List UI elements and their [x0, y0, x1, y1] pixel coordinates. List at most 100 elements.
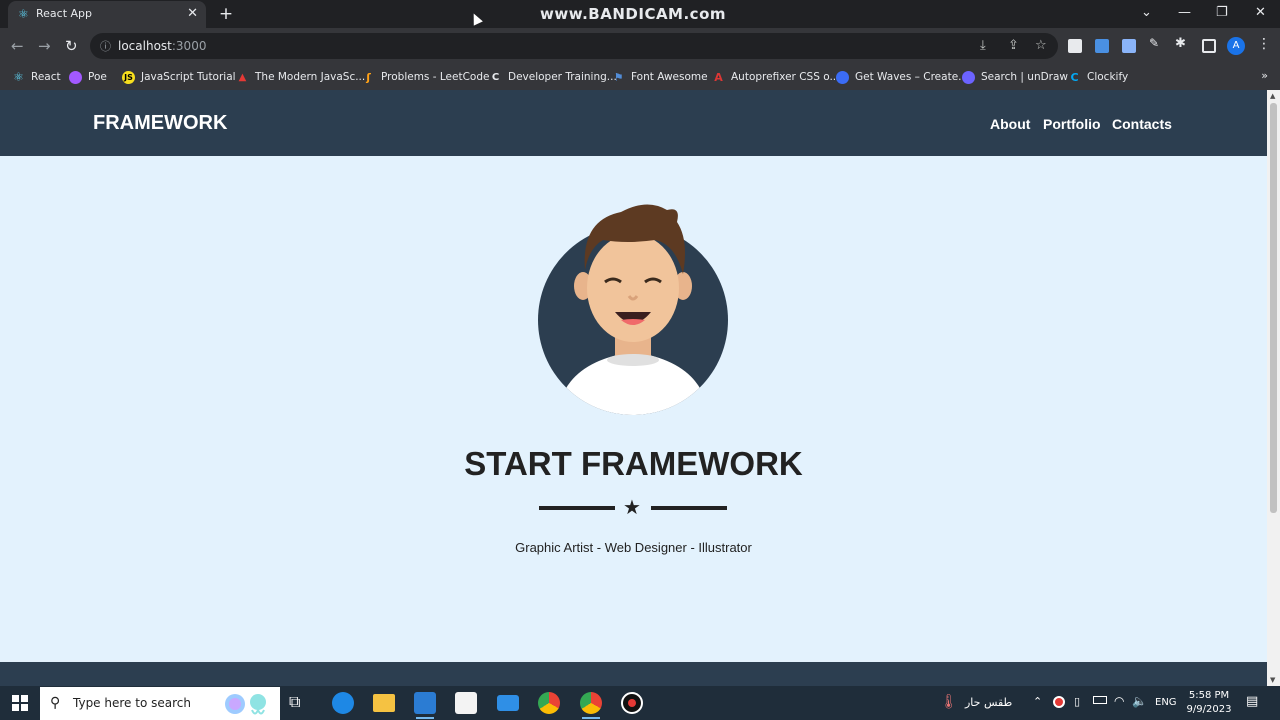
- hero-divider: ★: [539, 495, 727, 519]
- nav-portfolio[interactable]: Portfolio: [1043, 116, 1101, 132]
- waves-icon: [836, 70, 849, 84]
- bookmark-js-tutorial[interactable]: JS JavaScript Tutorial: [122, 69, 236, 85]
- windows-start-icon[interactable]: [12, 695, 28, 711]
- js-icon: JS: [122, 70, 135, 84]
- thermometer-icon: 🌡: [940, 694, 958, 710]
- address-bar[interactable]: ⓘ localhost:3000 ⤓ ⇪ ☆: [90, 33, 1058, 59]
- clockify-icon: C: [1070, 70, 1079, 84]
- extension-download-icon[interactable]: [1095, 39, 1109, 53]
- tray-overflow-icon[interactable]: ⌃: [1033, 695, 1042, 708]
- profile-avatar[interactable]: A: [1227, 37, 1245, 55]
- modern-js-icon: ▲: [238, 71, 247, 83]
- react-icon: ⚛: [18, 7, 29, 21]
- extension-pen-icon[interactable]: ✎: [1149, 36, 1163, 50]
- nav-contacts[interactable]: Contacts: [1112, 116, 1172, 132]
- tab-title: React App: [36, 7, 93, 20]
- scrollbar-thumb[interactable]: [1270, 103, 1277, 513]
- react-icon: ⚛: [13, 69, 24, 84]
- windows-taskbar: ⚲ Type here to search ⧉ 🌡 طقس حار ⌃ ▯ ◠ …: [0, 686, 1280, 720]
- taskbar-search-placeholder: Type here to search: [73, 696, 191, 710]
- new-tab-button[interactable]: +: [216, 4, 236, 24]
- close-tab-icon[interactable]: ✕: [187, 6, 198, 21]
- forward-icon[interactable]: →: [38, 37, 51, 55]
- poe-icon: [69, 70, 82, 84]
- search-highlight-icon: [225, 694, 266, 715]
- file-explorer-icon[interactable]: [373, 694, 395, 712]
- tray-device-icon[interactable]: ▯: [1074, 695, 1080, 708]
- minimize-icon[interactable]: —: [1178, 5, 1191, 20]
- share-icon[interactable]: ⇪: [1008, 38, 1019, 53]
- browser-menu-icon[interactable]: ⋮: [1257, 36, 1271, 52]
- taskbar-search-box[interactable]: ⚲ Type here to search: [40, 687, 280, 720]
- battery-icon[interactable]: [1093, 696, 1107, 704]
- nav-about[interactable]: About: [990, 116, 1030, 132]
- install-icon[interactable]: ⤓: [980, 38, 986, 53]
- language-indicator[interactable]: ENG: [1155, 697, 1177, 708]
- divider-line-right: [651, 506, 727, 510]
- restore-icon[interactable]: ❐: [1216, 5, 1228, 20]
- bookmark-get-waves[interactable]: Get Waves – Create...: [836, 69, 968, 85]
- bookmarks-bar: ⚛ React Poe JS JavaScript Tutorial ▲ The Mo…: [0, 64, 1280, 90]
- bandicam-icon[interactable]: [621, 692, 643, 714]
- bookmark-autoprefixer[interactable]: A Autoprefixer CSS o...: [712, 69, 839, 85]
- bookmark-font-awesome[interactable]: ⚑ Font Awesome: [612, 69, 708, 85]
- bookmark-leetcode[interactable]: ʃ Problems - LeetCode: [362, 69, 489, 85]
- weather-text[interactable]: طقس حار: [965, 696, 1012, 709]
- taskbar-clock[interactable]: 5:58 PM 9/9/2023: [1186, 689, 1232, 717]
- chrome-active-icon[interactable]: [580, 692, 602, 719]
- hero-avatar-illustration: [538, 204, 728, 415]
- autoprefixer-icon: A: [714, 70, 723, 84]
- undraw-icon: [962, 70, 975, 84]
- scroll-down-icon[interactable]: ▼: [1270, 676, 1275, 684]
- bookmark-dev-training[interactable]: C Developer Training...: [489, 69, 617, 85]
- clock-date: 9/9/2023: [1186, 704, 1232, 715]
- bookmark-clockify[interactable]: C Clockify: [1068, 69, 1128, 85]
- url-text[interactable]: localhost:3000: [118, 39, 206, 53]
- browser-tab-bar: ⚛ React App ✕ + www.BANDICAM.com ⌄ — ❐ ✕: [0, 0, 1280, 28]
- site-brand[interactable]: FRAMEWORK: [93, 112, 227, 135]
- flag-icon: ⚑: [613, 70, 624, 84]
- bookmark-poe[interactable]: Poe: [69, 69, 107, 85]
- volume-icon[interactable]: 🔈: [1132, 694, 1147, 708]
- tray-record-icon[interactable]: [1053, 696, 1065, 708]
- vscode-icon[interactable]: [414, 692, 436, 719]
- wifi-icon[interactable]: ◠: [1114, 694, 1124, 708]
- record-dot-icon: [628, 699, 636, 707]
- tab-search-icon[interactable]: ⌄: [1141, 5, 1152, 20]
- extension-notes-icon[interactable]: [1068, 39, 1082, 53]
- codecademy-icon: C: [491, 71, 500, 83]
- microsoft-store-icon[interactable]: [455, 692, 477, 714]
- extension-docs-icon[interactable]: [1122, 39, 1136, 53]
- bookmark-undraw[interactable]: Search | unDraw: [962, 69, 1068, 85]
- site-info-icon[interactable]: ⓘ: [100, 38, 111, 54]
- browser-tab[interactable]: ⚛ React App ✕: [8, 1, 206, 28]
- bookmark-react[interactable]: ⚛ React: [12, 69, 61, 85]
- side-panel-icon[interactable]: [1202, 39, 1216, 53]
- more-bookmarks-icon[interactable]: »: [1261, 69, 1268, 82]
- mail-icon[interactable]: [497, 695, 519, 711]
- notification-icon[interactable]: ▤: [1246, 694, 1258, 709]
- hero-subtitle: Graphic Artist - Web Designer - Illustra…: [515, 540, 752, 555]
- page-viewport: FRAMEWORK About Portfolio Contacts START…: [0, 90, 1267, 686]
- edge-icon[interactable]: [332, 692, 354, 714]
- extensions-puzzle-icon[interactable]: ✱: [1175, 36, 1189, 51]
- mouse-cursor-icon: [469, 11, 483, 26]
- star-icon: ★: [623, 495, 641, 519]
- search-icon: ⚲: [50, 695, 61, 711]
- divider-line-left: [539, 506, 615, 510]
- scroll-up-icon[interactable]: ▲: [1270, 92, 1275, 100]
- bookmark-modern-js[interactable]: ▲ The Modern JavaSc...: [236, 69, 366, 85]
- next-section-strip: [0, 662, 1267, 686]
- back-icon[interactable]: ←: [11, 37, 24, 55]
- close-window-icon[interactable]: ✕: [1255, 5, 1266, 20]
- site-navbar: FRAMEWORK About Portfolio Contacts: [0, 90, 1267, 156]
- chrome-icon[interactable]: [538, 692, 560, 714]
- bookmark-star-icon[interactable]: ☆: [1035, 38, 1047, 53]
- page-scrollbar[interactable]: ▲ ▼: [1267, 90, 1280, 686]
- task-view-icon[interactable]: ⧉: [289, 692, 311, 714]
- leetcode-icon: ʃ: [366, 70, 371, 84]
- clock-time: 5:58 PM: [1188, 690, 1230, 701]
- hero-title: START FRAMEWORK: [464, 445, 803, 482]
- browser-toolbar: ← → ↻ ⓘ localhost:3000 ⤓ ⇪ ☆ ✎ ✱ A ⋮: [0, 28, 1280, 64]
- reload-icon[interactable]: ↻: [65, 37, 78, 55]
